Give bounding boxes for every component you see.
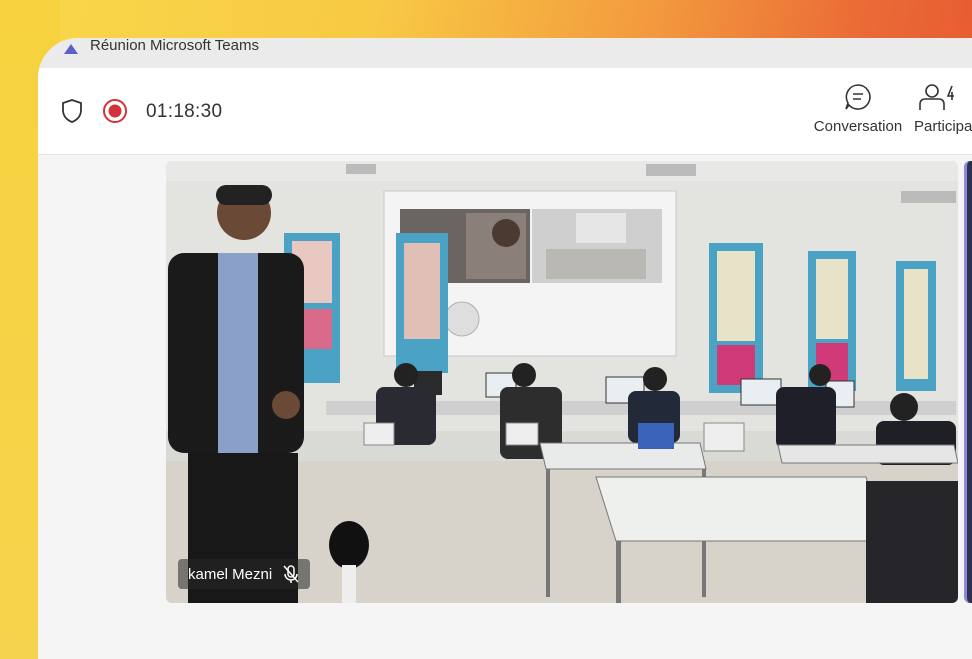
recording-icon[interactable]: [102, 98, 128, 124]
shield-icon[interactable]: [60, 98, 84, 124]
people-icon: [919, 84, 954, 110]
adjacent-video-tile[interactable]: [964, 161, 972, 603]
meeting-toolbar: 01:18:30 Conversation Participa: [38, 68, 972, 155]
classroom-video-frame: [166, 161, 958, 603]
teams-app-icon: [64, 44, 78, 54]
meeting-timer: 01:18:30: [146, 101, 223, 122]
title-bar: Réunion Microsoft Teams: [38, 38, 972, 68]
teams-meeting-window: Réunion Microsoft Teams 01:18:30 Convers…: [38, 38, 972, 659]
participants-label: Participa: [914, 118, 972, 135]
window-title: Réunion Microsoft Teams: [90, 38, 259, 54]
participant-video[interactable]: kamel Mezni: [166, 161, 958, 603]
chat-icon: [845, 84, 871, 110]
mic-off-icon: [283, 565, 299, 583]
participant-name-tag: kamel Mezni: [178, 559, 311, 589]
conversation-button[interactable]: Conversation: [810, 82, 906, 135]
participant-name: kamel Mezni: [188, 565, 273, 583]
meeting-stage: kamel Mezni: [38, 156, 972, 659]
participants-button[interactable]: Participa: [914, 82, 972, 135]
conversation-label: Conversation: [813, 118, 903, 135]
